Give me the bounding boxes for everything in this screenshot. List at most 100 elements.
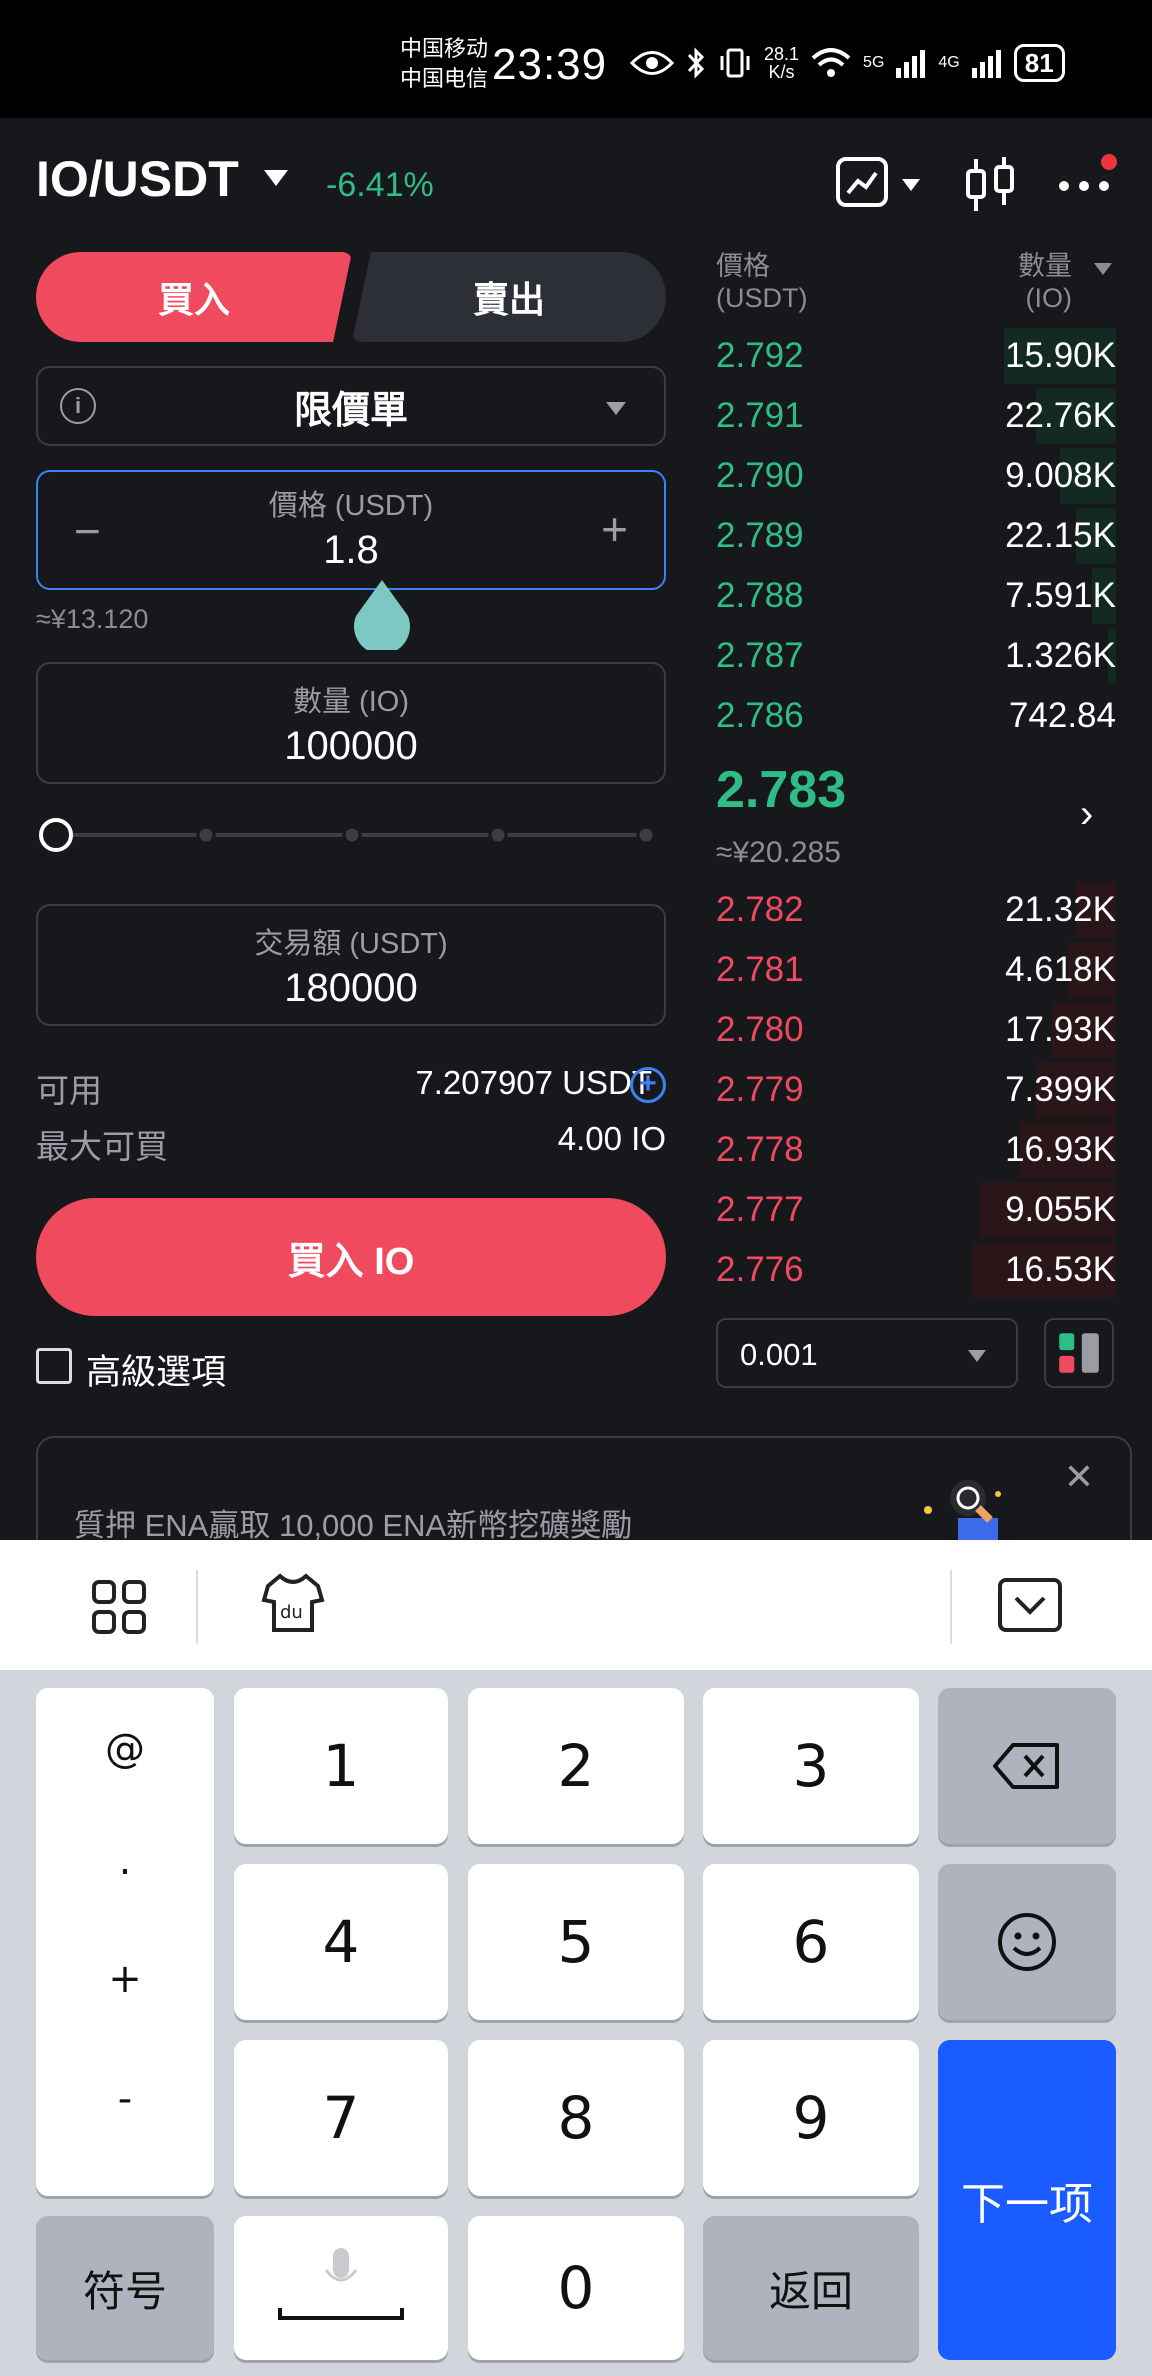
amount-slider[interactable] bbox=[36, 818, 656, 852]
add-funds-icon[interactable]: + bbox=[630, 1067, 666, 1103]
bid-row[interactable]: 2.777 9.055K bbox=[716, 1180, 1116, 1240]
ask-qty: 22.15K bbox=[1005, 516, 1116, 555]
hide-keyboard-icon[interactable] bbox=[998, 1578, 1062, 1632]
key-5[interactable]: 5 bbox=[468, 1864, 684, 2020]
key-2[interactable]: 2 bbox=[468, 1688, 684, 1844]
ask-row[interactable]: 2.791 22.76K bbox=[716, 386, 1116, 446]
apps-grid-icon[interactable] bbox=[92, 1580, 146, 1634]
bid-price: 2.781 bbox=[716, 950, 804, 989]
symbol-key[interactable]: 符号 bbox=[36, 2216, 214, 2360]
signal-icon-2 bbox=[971, 50, 1001, 78]
trading-pair[interactable]: IO/USDT bbox=[36, 150, 239, 208]
bid-row[interactable]: 2.779 7.399K bbox=[716, 1060, 1116, 1120]
emoji-icon bbox=[998, 1913, 1056, 1971]
tab-sell[interactable]: 賣出 bbox=[352, 252, 666, 342]
ask-row[interactable]: 2.786 742.84 bbox=[716, 686, 1116, 746]
ask-row[interactable]: 2.787 1.326K bbox=[716, 626, 1116, 686]
key-1[interactable]: 1 bbox=[234, 1688, 448, 1844]
order-type-label: 限價單 bbox=[293, 389, 408, 432]
ask-row[interactable]: 2.789 22.15K bbox=[716, 506, 1116, 566]
price-cny: ≈¥13.120 bbox=[36, 604, 149, 634]
max-buy-value: 4.00 IO bbox=[557, 1120, 666, 1157]
last-price: 2.783 bbox=[716, 761, 847, 819]
bid-row[interactable]: 2.778 16.93K bbox=[716, 1120, 1116, 1180]
chevron-down-icon bbox=[606, 402, 626, 415]
bid-price: 2.782 bbox=[716, 890, 804, 929]
key-9[interactable]: 9 bbox=[703, 2040, 919, 2196]
total-input[interactable]: 交易額 (USDT) 180000 bbox=[36, 904, 666, 1026]
carrier-1: 中国移动 bbox=[400, 36, 489, 61]
order-type-select[interactable]: i 限價單 bbox=[36, 366, 666, 446]
eye-icon bbox=[630, 51, 674, 75]
back-key[interactable]: 返回 bbox=[703, 2216, 919, 2360]
status-time: 23:39 bbox=[492, 40, 608, 89]
candlestick-icon[interactable] bbox=[962, 155, 1018, 215]
orderbook-qty-header[interactable]: 數量 (IO) bbox=[1018, 250, 1072, 314]
bid-row[interactable]: 2.781 4.618K bbox=[716, 940, 1116, 1000]
toolbar-divider bbox=[196, 1570, 198, 1644]
ask-row[interactable]: 2.788 7.591K bbox=[716, 566, 1116, 626]
bid-row[interactable]: 2.782 21.32K bbox=[716, 880, 1116, 940]
price-change: -6.41% bbox=[326, 166, 434, 204]
orderbook-layout-icon[interactable] bbox=[1044, 1318, 1114, 1388]
chevron-down-icon[interactable] bbox=[264, 170, 288, 186]
key-plus[interactable]: + bbox=[36, 1956, 214, 2002]
battery-icon: 81 bbox=[1013, 44, 1065, 82]
key-3[interactable]: 3 bbox=[703, 1688, 919, 1844]
price-increase-button[interactable]: + bbox=[601, 502, 628, 556]
bid-price: 2.776 bbox=[716, 1250, 804, 1289]
vibrate-icon bbox=[720, 48, 750, 78]
key-7[interactable]: 7 bbox=[234, 2040, 448, 2196]
advanced-options-label[interactable]: 高級選項 bbox=[86, 1344, 226, 1395]
last-price-cny: ≈¥20.285 bbox=[716, 836, 841, 869]
available-value: 7.207907 USDT bbox=[415, 1064, 652, 1101]
bid-qty: 4.618K bbox=[1005, 950, 1116, 989]
symbol-column[interactable]: @ . + - bbox=[36, 1688, 214, 2196]
carrier-info: 中国移动 中国电信 bbox=[400, 34, 488, 94]
key-8[interactable]: 8 bbox=[468, 2040, 684, 2196]
precision-select[interactable]: 0.001 bbox=[716, 1318, 1018, 1388]
orderbook-price-header: 價格 (USDT) bbox=[716, 251, 808, 313]
chevron-down-icon[interactable] bbox=[1094, 263, 1112, 275]
key-6[interactable]: 6 bbox=[703, 1864, 919, 2020]
signal-icon bbox=[896, 50, 926, 78]
chevron-right-icon[interactable]: › bbox=[1080, 792, 1093, 837]
promo-text: 質押 ENA贏取 10,000 ENA新幣挖礦獎勵 bbox=[74, 1508, 633, 1543]
quantity-value[interactable]: 100000 bbox=[38, 724, 664, 769]
backspace-icon bbox=[993, 1743, 1059, 1789]
key-minus[interactable]: - bbox=[36, 2076, 214, 2122]
space-key[interactable] bbox=[234, 2216, 448, 2360]
backspace-key[interactable] bbox=[938, 1688, 1116, 1844]
bid-qty: 7.399K bbox=[1005, 1070, 1116, 1109]
cursor-handle-icon[interactable] bbox=[352, 580, 412, 650]
ask-row[interactable]: 2.790 9.008K bbox=[716, 446, 1116, 506]
close-icon[interactable]: ✕ bbox=[1064, 1456, 1094, 1498]
advanced-options-checkbox[interactable] bbox=[36, 1348, 72, 1384]
quantity-input[interactable]: 數量 (IO) 100000 bbox=[36, 662, 666, 784]
bid-price: 2.780 bbox=[716, 1010, 804, 1049]
bid-row[interactable]: 2.780 17.93K bbox=[716, 1000, 1116, 1060]
more-icon[interactable] bbox=[1056, 150, 1118, 200]
ask-row[interactable]: 2.792 15.90K bbox=[716, 326, 1116, 386]
price-input[interactable]: − 價格 (USDT) 1.8 + bbox=[36, 470, 666, 590]
bid-price: 2.779 bbox=[716, 1070, 804, 1109]
info-icon[interactable]: i bbox=[60, 388, 96, 424]
bid-qty: 21.32K bbox=[1005, 890, 1116, 929]
key-at[interactable]: @ bbox=[36, 1726, 214, 1772]
buy-button[interactable]: 買入 IO bbox=[36, 1198, 666, 1316]
network-type-2: 4G bbox=[938, 54, 960, 71]
key-0[interactable]: 0 bbox=[468, 2216, 684, 2360]
bid-row[interactable]: 2.776 16.53K bbox=[716, 1240, 1116, 1300]
key-dot[interactable]: . bbox=[36, 1838, 214, 1884]
total-value[interactable]: 180000 bbox=[38, 966, 664, 1011]
tab-buy[interactable]: 買入 bbox=[36, 252, 352, 342]
ask-price: 2.790 bbox=[716, 456, 804, 495]
skin-shirt-icon[interactable]: du bbox=[260, 1570, 326, 1636]
next-key[interactable]: 下一项 bbox=[938, 2040, 1116, 2360]
price-value[interactable]: 1.8 bbox=[38, 528, 664, 573]
chart-icon[interactable] bbox=[836, 155, 926, 211]
emoji-key[interactable] bbox=[938, 1864, 1116, 2020]
key-4[interactable]: 4 bbox=[234, 1864, 448, 2020]
network-type-1: 5G bbox=[863, 54, 885, 71]
svg-text:du: du bbox=[280, 1602, 303, 1623]
